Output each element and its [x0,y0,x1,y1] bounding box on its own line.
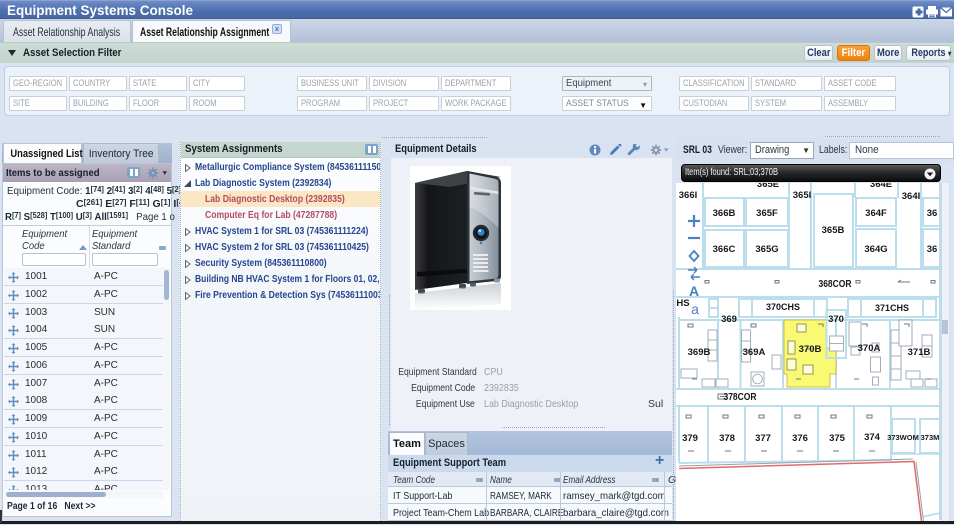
svg-text:374: 374 [864,432,881,443]
svg-text:365F: 365F [756,208,778,219]
svg-text:365B: 365B [822,225,845,236]
svg-text:366C: 366C [713,244,736,255]
svg-text:369A: 369A [743,347,766,358]
svg-text:371CHS: 371CHS [875,303,909,314]
svg-text:371B: 371B [908,347,931,358]
svg-text:364G: 364G [864,244,887,255]
svg-text:373WOM: 373WOM [887,433,919,442]
svg-text:364E: 364E [870,183,892,190]
svg-text:A: A [689,283,699,299]
svg-text:378COR: 378COR [724,391,757,403]
svg-text:370: 370 [828,314,844,325]
svg-text:370B: 370B [799,344,822,355]
svg-text:36: 36 [927,208,938,219]
svg-text:364I: 364I [902,191,921,202]
svg-text:364F: 364F [865,208,887,219]
svg-text:370A: 370A [858,343,881,354]
svg-text:377: 377 [755,433,771,444]
svg-text:365E: 365E [757,183,779,190]
svg-text:36: 36 [927,244,938,255]
svg-text:375: 375 [829,433,846,444]
svg-text:378: 378 [719,433,735,444]
svg-text:373M: 373M [921,433,940,442]
svg-text:365I: 365I [793,190,812,201]
svg-text:366I: 366I [679,190,698,201]
svg-text:379: 379 [682,433,698,444]
svg-text:376: 376 [792,433,808,444]
svg-text:a: a [691,301,699,317]
svg-text:370CHS: 370CHS [766,302,800,313]
svg-text:HS: HS [676,298,689,309]
svg-text:368COR: 368COR [819,278,852,290]
svg-text:369B: 369B [688,347,711,358]
svg-text:369: 369 [721,314,737,325]
svg-text:365G: 365G [755,244,778,255]
svg-text:366B: 366B [713,208,736,219]
